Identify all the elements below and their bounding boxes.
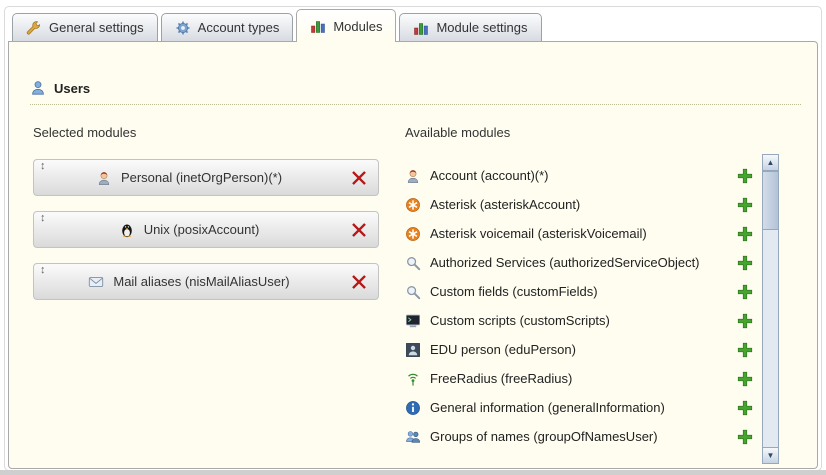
radius-icon	[405, 371, 421, 387]
modules-panel: Users Selected modules ↕Personal (inetOr…	[8, 41, 818, 469]
selected-module-unix[interactable]: ↕Unix (posixAccount)	[33, 211, 379, 248]
available-module-label: FreeRadius (freeRadius)	[430, 371, 728, 386]
available-module-label: Custom scripts (customScripts)	[430, 313, 728, 328]
available-module-label: Custom fields (customFields)	[430, 284, 728, 299]
available-module-row: Custom scripts (customScripts)	[405, 306, 753, 335]
available-module-row: EDU person (eduPerson)	[405, 335, 753, 364]
add-module-button[interactable]	[737, 400, 753, 416]
remove-module-button[interactable]	[351, 170, 367, 186]
selected-module-mail[interactable]: ↕Mail aliases (nisMailAliasUser)	[33, 263, 379, 300]
mail-icon	[88, 274, 104, 290]
available-module-label: Asterisk (asteriskAccount)	[430, 197, 728, 212]
available-module-label: Account (account)(*)	[430, 168, 728, 183]
add-module-button[interactable]	[737, 371, 753, 387]
selected-module-label: Unix (posixAccount)	[144, 222, 260, 237]
available-module-row: FreeRadius (freeRadius)	[405, 364, 753, 393]
available-module-row: Account (account)(*)	[405, 161, 753, 190]
section-header: Users	[30, 80, 801, 105]
personal-icon	[96, 170, 112, 186]
tab-module-settings[interactable]: Module settings	[399, 13, 541, 41]
remove-module-button[interactable]	[351, 222, 367, 238]
tab-label: Account types	[198, 20, 280, 35]
page-bottom-edge	[0, 470, 826, 475]
tab-label: Modules	[333, 19, 382, 34]
module-settings-icon	[413, 20, 429, 36]
scrollbar-down-button[interactable]: ▼	[763, 447, 778, 463]
magnifier-icon	[405, 284, 421, 300]
available-module-label: Asterisk voicemail (asteriskVoicemail)	[430, 226, 728, 241]
gear-icon	[175, 20, 191, 36]
available-module-row: Asterisk (asteriskAccount)	[405, 190, 753, 219]
asterisk-icon	[405, 197, 421, 213]
unix-icon	[119, 222, 135, 238]
tab-bar: General settings Account types Modules Modu…	[12, 9, 542, 42]
available-modules-list: Account (account)(*) Asterisk (asteriskAc…	[405, 161, 753, 451]
available-module-label: Groups of names (groupOfNamesUser)	[430, 429, 728, 444]
selected-modules-list: ↕Personal (inetOrgPerson)(*) ↕Unix (posix…	[33, 159, 379, 300]
available-modules-column: Available modules Account (account)(*) As…	[405, 125, 753, 451]
magnifier-icon	[405, 255, 421, 271]
selected-modules-column: Selected modules ↕Personal (inetOrgPerso…	[33, 125, 379, 315]
add-module-button[interactable]	[737, 168, 753, 184]
section-title: Users	[54, 81, 90, 96]
modules-icon	[310, 18, 326, 34]
add-module-button[interactable]	[737, 255, 753, 271]
available-modules-heading: Available modules	[405, 125, 753, 140]
tab-label: General settings	[49, 20, 144, 35]
asterisk-icon	[405, 226, 421, 242]
remove-module-button[interactable]	[351, 274, 367, 290]
scrollbar-up-button[interactable]: ▲	[763, 155, 778, 171]
group-icon	[405, 429, 421, 445]
available-module-row: Custom fields (customFields)	[405, 277, 753, 306]
selected-modules-heading: Selected modules	[33, 125, 379, 140]
selected-module-label: Mail aliases (nisMailAliasUser)	[113, 274, 289, 289]
account-icon	[405, 168, 421, 184]
available-module-label: General information (generalInformation)	[430, 400, 728, 415]
available-module-row: Asterisk voicemail (asteriskVoicemail)	[405, 219, 753, 248]
add-module-button[interactable]	[737, 313, 753, 329]
available-module-row: Authorized Services (authorizedServiceOb…	[405, 248, 753, 277]
scrollbar-thumb[interactable]	[763, 171, 778, 230]
info-icon	[405, 400, 421, 416]
available-module-row: General information (generalInformation)	[405, 393, 753, 422]
available-modules-scrollbar[interactable]: ▲ ▼	[762, 154, 779, 464]
tab-modules[interactable]: Modules	[296, 9, 396, 42]
tab-label: Module settings	[436, 20, 527, 35]
user-icon	[30, 80, 46, 96]
tab-general-settings[interactable]: General settings	[12, 13, 158, 41]
available-module-label: EDU person (eduPerson)	[430, 342, 728, 357]
add-module-button[interactable]	[737, 342, 753, 358]
selected-module-label: Personal (inetOrgPerson)(*)	[121, 170, 282, 185]
available-module-label: Authorized Services (authorizedServiceOb…	[430, 255, 728, 270]
selected-module-personal[interactable]: ↕Personal (inetOrgPerson)(*)	[33, 159, 379, 196]
wrench-icon	[26, 20, 42, 36]
edu-person-icon	[405, 342, 421, 358]
terminal-icon	[405, 313, 421, 329]
add-module-button[interactable]	[737, 429, 753, 445]
add-module-button[interactable]	[737, 284, 753, 300]
add-module-button[interactable]	[737, 197, 753, 213]
available-module-row: Groups of names (groupOfNamesUser)	[405, 422, 753, 451]
add-module-button[interactable]	[737, 226, 753, 242]
tab-account-types[interactable]: Account types	[161, 13, 294, 41]
